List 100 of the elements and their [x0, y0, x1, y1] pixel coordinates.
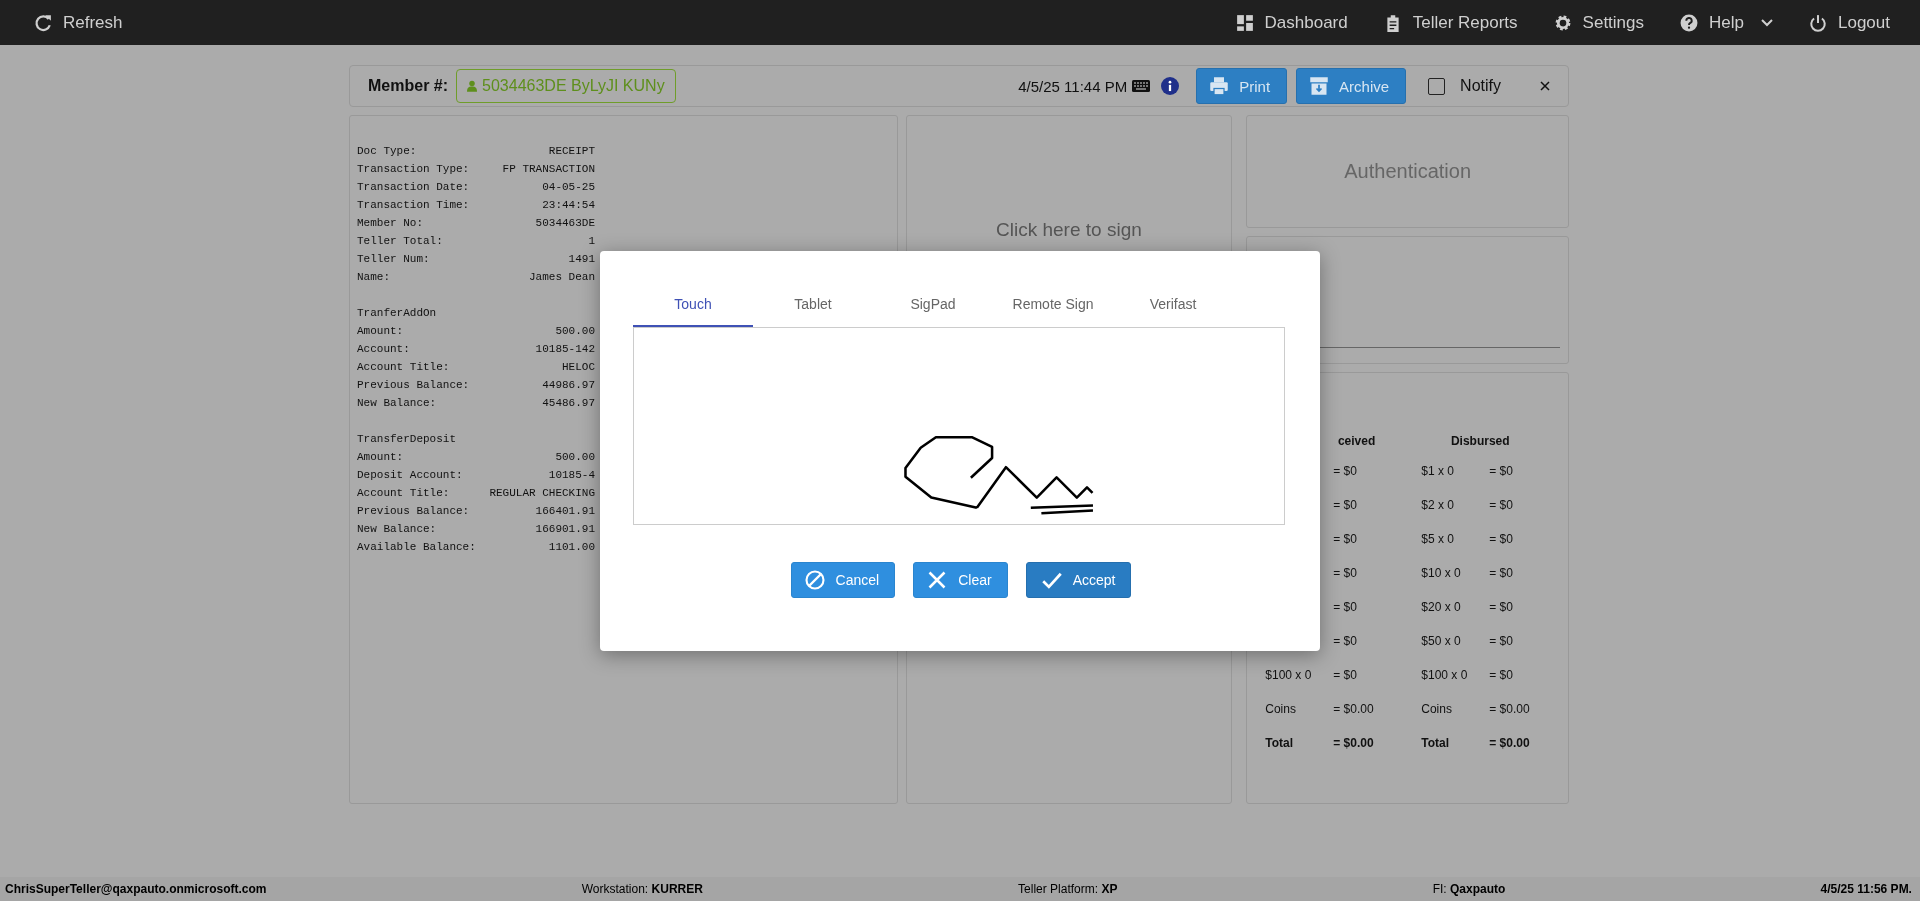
tab[interactable]: Touch: [633, 288, 753, 327]
amount-value: = $0: [1489, 464, 1513, 478]
denomination-label: $5 x 0: [1421, 532, 1455, 546]
receipt-label: Transaction Date:: [357, 180, 470, 195]
nav-link[interactable]: Help: [1680, 12, 1773, 33]
denomination-label: $10 x 0: [1421, 566, 1462, 580]
settings-icon: [1553, 13, 1572, 32]
clear-button[interactable]: Clear: [913, 562, 1008, 598]
nav-link[interactable]: Logout: [1809, 12, 1890, 33]
tab[interactable]: SigPad: [873, 288, 993, 327]
amount-value: = $0: [1489, 634, 1513, 648]
archive-button[interactable]: Archive: [1296, 68, 1407, 104]
sign-prompt[interactable]: Click here to sign: [996, 219, 1142, 241]
receipt-label: New Balance:: [357, 396, 437, 411]
receipt-value: REGULAR CHECKING: [489, 486, 595, 501]
denomination-label: Total: [1265, 736, 1295, 750]
receipt-label: Account Title:: [357, 360, 450, 375]
denomination-label: $100 x 0: [1265, 668, 1313, 682]
member-label: Member #:: [368, 77, 449, 95]
denomination-label: $2 x 0: [1421, 498, 1455, 512]
nav-link[interactable]: Settings: [1553, 12, 1645, 33]
receipt-value: 1101.00: [548, 540, 595, 555]
column-header: Disbursed: [1449, 434, 1511, 450]
denomination-label: Total: [1421, 736, 1451, 750]
receipt-value: 500.00: [555, 450, 595, 465]
denomination-label: $20 x 0: [1421, 600, 1462, 614]
tab[interactable]: Verifast: [1113, 288, 1233, 327]
notify-checkbox[interactable]: Notify: [1428, 77, 1501, 95]
nav-link[interactable]: Teller Reports: [1383, 12, 1518, 33]
amount-value: = $0: [1333, 498, 1357, 512]
receipt-heading: TransferDeposit: [357, 432, 458, 447]
checkmark-icon: [1041, 570, 1062, 590]
amount-value: = $0: [1489, 600, 1513, 614]
accept-button[interactable]: Accept: [1025, 562, 1132, 598]
receipt-label: Deposit Account:: [357, 468, 463, 483]
denomination-label: Coins: [1265, 702, 1297, 716]
nav-link[interactable]: Dashboard: [1235, 12, 1348, 33]
status-text: Teller Platform: XP: [1018, 882, 1118, 896]
receipt-value: 166401.91: [535, 504, 595, 519]
close-icon: [1540, 81, 1550, 91]
cancel-button[interactable]: Cancel: [790, 562, 896, 598]
keyboard-icon: [1132, 80, 1151, 92]
receipt-label: Amount:: [357, 324, 404, 339]
printer-icon: [1209, 76, 1230, 96]
receipt-label: New Balance:: [357, 522, 437, 537]
receipt-value: 45486.97: [542, 396, 595, 411]
status-text: FI: Qaxpauto: [1432, 882, 1506, 896]
help-icon: [1680, 13, 1699, 32]
person-icon: [467, 80, 478, 92]
receipt-label: Amount:: [357, 450, 404, 465]
receipt-value: RECEIPT: [548, 144, 595, 159]
receipt-value: 5034463DE: [535, 216, 595, 231]
signature-pad[interactable]: [633, 327, 1285, 525]
denomination-label: $1 x 0: [1421, 464, 1455, 478]
info-icon: [1161, 77, 1180, 95]
receipt-value: 10185-4: [548, 468, 595, 483]
receipt-value: 10185-142: [535, 342, 595, 357]
date-time: 4/5/25 11:44 PM: [1018, 77, 1128, 95]
tab[interactable]: Tablet: [753, 288, 873, 327]
receipt-label: Teller Total:: [357, 234, 443, 249]
amount-value: = $0: [1333, 600, 1357, 614]
denomination-label: $100 x 0: [1421, 668, 1469, 682]
amount-value: = $0.00: [1489, 702, 1530, 716]
status-text: 4/5/25 11:56 PM.: [1820, 882, 1912, 896]
column-header: ceived: [1336, 434, 1377, 450]
receipt-label: Account Title:: [357, 486, 450, 501]
amount-value: = $0: [1333, 566, 1357, 580]
receipt-value: HELOC: [562, 360, 595, 375]
receipt-value: 500.00: [555, 324, 595, 339]
refresh-icon: [34, 13, 52, 32]
prohibited-icon: [804, 570, 825, 590]
receipt-label: Teller Num:: [357, 252, 430, 267]
amount-value: = $0: [1333, 668, 1357, 682]
amount-value: = $0: [1489, 566, 1513, 580]
receipt-value: 04-05-25: [542, 180, 595, 195]
nav-link[interactable]: Refresh: [34, 12, 123, 33]
power-icon: [1809, 13, 1827, 32]
receipt-label: Doc Type:: [357, 144, 417, 159]
receipt-value: 1: [588, 234, 595, 249]
amount-value: = $0: [1489, 668, 1513, 682]
amount-value: = $0.00: [1333, 736, 1374, 750]
receipt-label: Name:: [357, 270, 390, 285]
receipt-label: Available Balance:: [357, 540, 476, 555]
amount-value: = $0: [1489, 532, 1513, 546]
receipt-label: Previous Balance:: [357, 504, 470, 519]
close-icon: [927, 570, 948, 590]
amount-value: = $0.00: [1489, 736, 1530, 750]
receipt-label: Transaction Time:: [357, 198, 470, 213]
receipt-value: 166901.91: [535, 522, 595, 537]
receipt-value: FP TRANSACTION: [502, 162, 595, 177]
amount-value: = $0: [1333, 634, 1357, 648]
tab[interactable]: Remote Sign: [993, 288, 1113, 327]
amount-value: = $0.00: [1333, 702, 1374, 716]
print-button[interactable]: Print: [1196, 68, 1288, 104]
receipt-label: Previous Balance:: [357, 378, 470, 393]
dashboard-icon: [1235, 13, 1254, 32]
receipt-label: Account:: [357, 342, 410, 357]
status-text: ChrisSuperTeller@qaxpauto.onmicrosoft.com: [5, 882, 267, 896]
denomination-label: $50 x 0: [1421, 634, 1462, 648]
denomination-label: Coins: [1421, 702, 1453, 716]
